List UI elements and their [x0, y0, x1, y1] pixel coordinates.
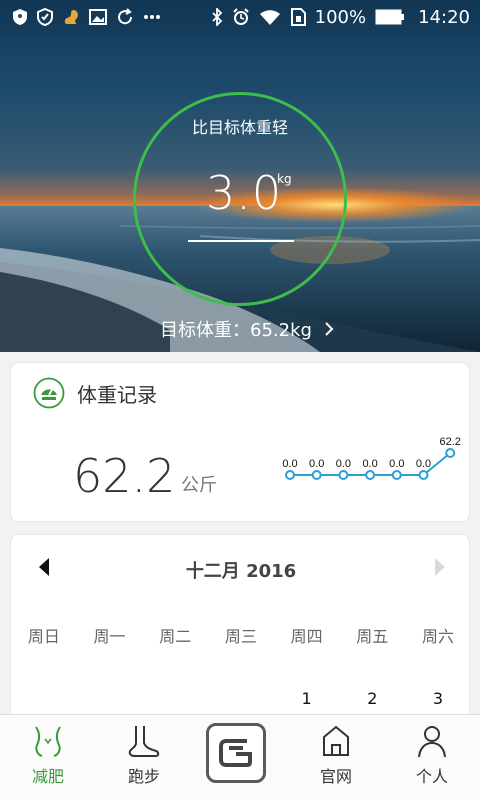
trend-point: [418, 470, 429, 480]
nav-item-profile[interactable]: 个人: [384, 715, 480, 800]
nav-label: 跑步: [127, 767, 160, 786]
trend-point: [338, 470, 349, 480]
trend-point-label: 0.0: [309, 458, 324, 470]
trend-point: [391, 470, 402, 480]
target-weight-text: 目标体重：65.2kg: [160, 320, 312, 341]
calendar-day[interactable]: [142, 689, 208, 708]
center-logo-button[interactable]: [206, 723, 266, 783]
weekday-label: 周日: [27, 627, 60, 646]
weekday-label: 周四: [290, 627, 323, 646]
weight-diff-label: 比目标体重轻: [191, 118, 288, 137]
weekday-label: 周一: [93, 627, 126, 646]
bottom-navigation: 减肥 跑步 官网 个人: [0, 714, 480, 800]
target-weight-link[interactable]: 目标体重：65.2kg: [0, 316, 480, 342]
calendar-week-row: 1 2 3: [11, 689, 471, 708]
trend-point-label: 0.0: [416, 458, 431, 470]
weight-record-card[interactable]: 体重记录 62.2 公斤 0.0 0.0 0.0 0.0 0.0 0.0 62.2: [10, 362, 470, 522]
calendar-day[interactable]: 1: [274, 689, 340, 708]
nav-label: 减肥: [31, 767, 64, 786]
home-icon: [323, 725, 349, 756]
shield-badge-icon: [37, 8, 53, 26]
trend-point-label: 62.2: [439, 436, 460, 448]
nav-item-running[interactable]: 跑步: [96, 715, 192, 800]
person-icon: [418, 726, 446, 758]
weekday-label: 周六: [421, 627, 454, 646]
trend-point-label: 0.0: [336, 458, 351, 470]
nav-item-lose-weight[interactable]: 减肥: [0, 715, 96, 800]
calendar-day[interactable]: 3: [405, 689, 471, 708]
chevron-right-icon: [325, 322, 334, 336]
alarm-icon: [232, 8, 250, 26]
trend-point: [311, 470, 322, 480]
weight-record-title: 体重记录: [77, 383, 157, 407]
squirrel-icon: [62, 8, 80, 26]
weight-diff-value: 3.0: [206, 166, 283, 220]
app-screen: 比目标体重轻 3.0 kg 目标体重：65.2kg 100% 14:20 体重记…: [0, 0, 480, 800]
calendar-day[interactable]: [208, 689, 274, 708]
current-weight-value: 62.2: [73, 449, 176, 503]
calendar-card: 十二月 2016 周日 周一 周二 周三 周四 周五 周六 1 2 3: [10, 534, 470, 734]
trend-point: [365, 470, 376, 480]
calendar-day[interactable]: [77, 689, 143, 708]
next-month-arrow-icon[interactable]: [433, 557, 447, 577]
waist-icon: [35, 726, 61, 757]
battery-icon: [375, 9, 405, 25]
wifi-icon: [259, 9, 281, 25]
nav-item-center[interactable]: [192, 715, 288, 800]
weight-trend-sparkline: 0.0 0.0 0.0 0.0 0.0 0.0 62.2: [282, 436, 461, 480]
trend-point-label: 0.0: [389, 458, 404, 470]
bluetooth-icon: [211, 8, 223, 26]
hero-banner: 比目标体重轻 3.0 kg 目标体重：65.2kg: [0, 0, 480, 352]
weekday-header: 周日 周一 周二 周三 周四 周五 周六: [11, 623, 471, 647]
weight-diff-unit: kg: [277, 172, 292, 186]
calendar-day[interactable]: [11, 689, 77, 708]
current-weight-unit: 公斤: [181, 475, 217, 496]
foot-icon: [128, 726, 160, 757]
calendar-month-title: 十二月 2016: [185, 561, 297, 582]
sync-icon: [116, 8, 134, 26]
calendar-day[interactable]: 2: [339, 689, 405, 708]
trend-point-label: 0.0: [282, 458, 297, 470]
nav-label: 个人: [415, 767, 448, 786]
scale-gauge-icon: [33, 377, 65, 409]
shield-icon: [12, 8, 28, 26]
nav-label: 官网: [319, 767, 352, 786]
status-bar: 100% 14:20: [0, 0, 480, 34]
trend-point: [445, 448, 456, 458]
weekday-label: 周五: [356, 627, 389, 646]
weekday-label: 周二: [159, 627, 192, 646]
trend-point: [285, 470, 295, 480]
sim-icon: [290, 8, 306, 26]
battery-percent: 100%: [314, 6, 367, 28]
value-underline: [188, 240, 294, 242]
nav-item-website[interactable]: 官网: [288, 715, 384, 800]
more-dots-icon: [143, 14, 161, 20]
trend-point-label: 0.0: [362, 458, 377, 470]
image-icon: [89, 8, 107, 26]
center-logo-icon: [219, 739, 252, 767]
weekday-label: 周三: [224, 627, 257, 646]
clock-time: 14:20: [418, 6, 470, 28]
